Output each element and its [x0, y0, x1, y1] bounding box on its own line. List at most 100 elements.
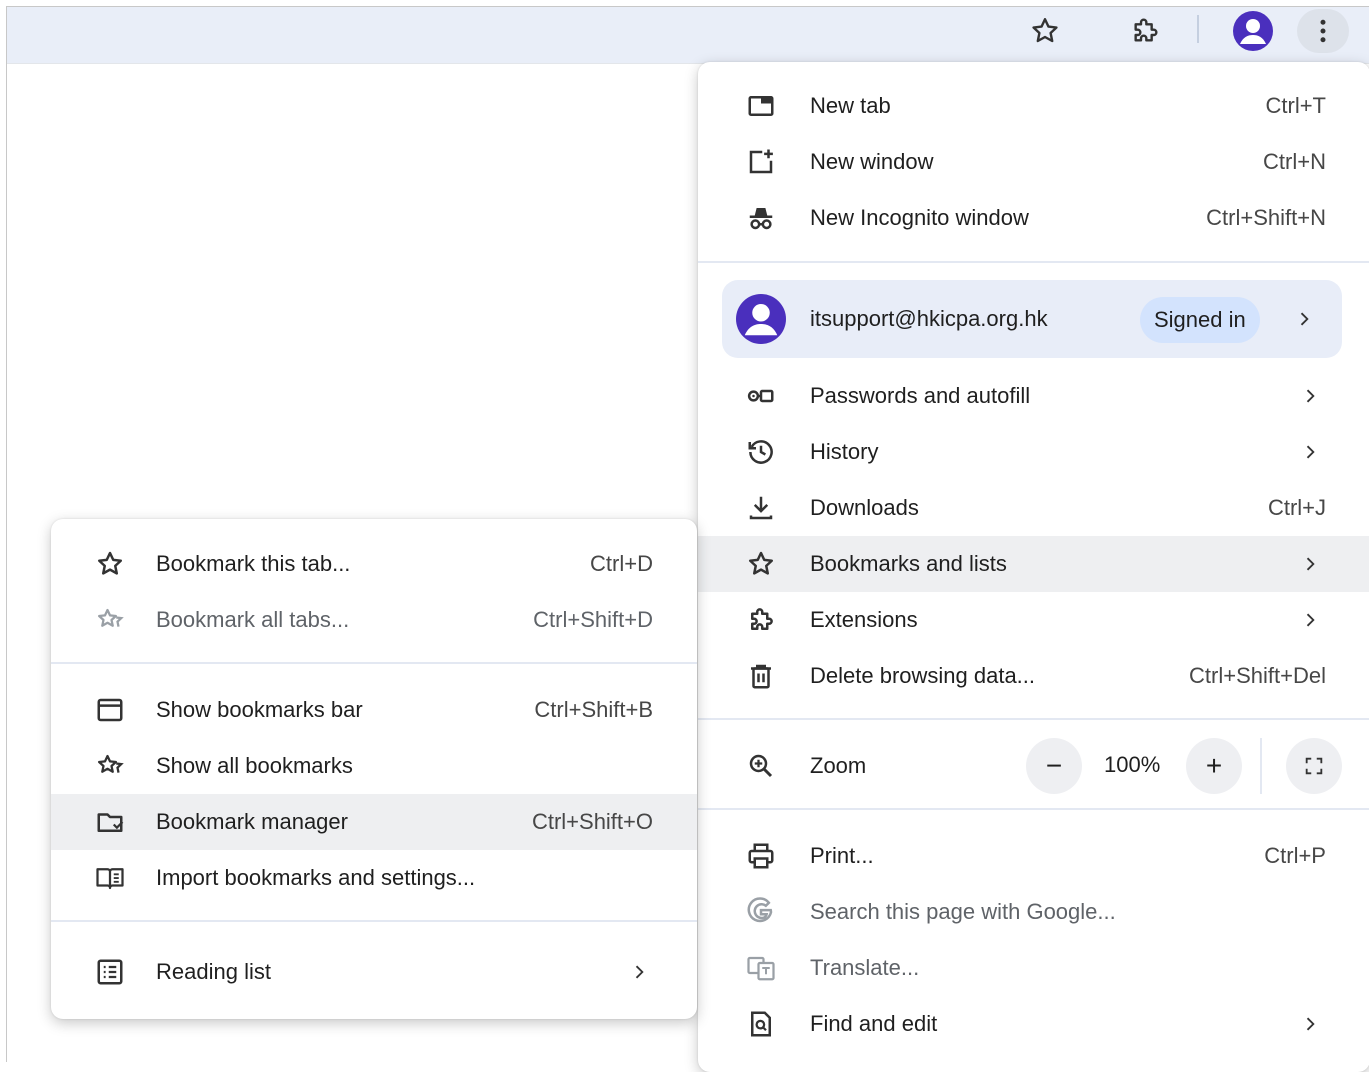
- menu-item-bookmarks[interactable]: Bookmarks and lists: [698, 536, 1369, 592]
- menu-divider: [698, 808, 1369, 810]
- new-tab-shortcut: Ctrl+T: [1265, 93, 1327, 118]
- zoom-out-button[interactable]: −: [1026, 738, 1082, 794]
- chevron-right-icon: [1300, 386, 1320, 406]
- chrome-main-menu: New tab Ctrl+T New window Ctrl+N New Inc…: [698, 62, 1369, 1072]
- show-bar-label: Show bookmarks bar: [156, 697, 363, 722]
- stars-icon: [95, 605, 125, 635]
- star-icon: [95, 549, 125, 579]
- submenu-item-manager[interactable]: Bookmark manager Ctrl+Shift+O: [51, 794, 697, 850]
- submenu-item-bookmark-tab[interactable]: Bookmark this tab... Ctrl+D: [51, 536, 697, 592]
- menu-item-passwords[interactable]: Passwords and autofill: [698, 368, 1369, 424]
- menu-item-search-google[interactable]: Search this page with Google...: [698, 884, 1369, 940]
- reading-list-label: Reading list: [156, 959, 271, 984]
- bookmark-star-button[interactable]: [1019, 9, 1071, 53]
- downloads-shortcut: Ctrl+J: [1267, 495, 1326, 520]
- submenu-item-show-all[interactable]: Show all bookmarks: [51, 738, 697, 794]
- print-label: Print...: [810, 843, 874, 868]
- menu-item-delete-data[interactable]: Delete browsing data... Ctrl+Shift+Del: [698, 648, 1369, 704]
- trash-icon: [746, 661, 776, 691]
- menu-item-new-window[interactable]: New window Ctrl+N: [698, 134, 1369, 190]
- account-row[interactable]: itsupport@hkicpa.org.hk Signed in: [722, 280, 1342, 358]
- google-g-icon: [746, 897, 776, 927]
- extensions-icon: [1129, 15, 1161, 47]
- menu-item-extensions[interactable]: Extensions: [698, 592, 1369, 648]
- bookmark-all-shortcut: Ctrl+Shift+D: [533, 607, 653, 632]
- show-bar-shortcut: Ctrl+Shift+B: [534, 697, 653, 722]
- submenu-divider: [51, 920, 697, 922]
- key-icon: [746, 381, 776, 411]
- profile-button[interactable]: [1227, 9, 1279, 53]
- new-incognito-label: New Incognito window: [810, 205, 1029, 230]
- chevron-right-icon: [1300, 554, 1320, 574]
- bookmark-tab-label: Bookmark this tab...: [156, 551, 351, 576]
- menu-item-print[interactable]: Print... Ctrl+P: [698, 828, 1369, 884]
- star-icon: [1029, 15, 1061, 47]
- profile-avatar-icon: [1233, 11, 1273, 51]
- submenu-item-show-bar[interactable]: Show bookmarks bar Ctrl+Shift+B: [51, 682, 697, 738]
- bookmark-tab-shortcut: Ctrl+D: [590, 551, 653, 576]
- delete-data-shortcut: Ctrl+Shift+Del: [1189, 663, 1326, 688]
- bookmarks-submenu: Bookmark this tab... Ctrl+D Bookmark all…: [51, 519, 697, 1019]
- zoom-label: Zoom: [810, 753, 867, 778]
- new-incognito-shortcut: Ctrl+Shift+N: [1206, 205, 1326, 230]
- bookmark-all-label: Bookmark all tabs...: [156, 607, 350, 632]
- zoom-level: 100%: [1104, 752, 1161, 777]
- star-icon: [746, 549, 776, 579]
- zoom-separator: [1260, 738, 1262, 794]
- history-icon: [746, 437, 776, 467]
- incognito-icon: [746, 203, 776, 233]
- new-window-label: New window: [810, 149, 934, 174]
- more-vert-icon: [1308, 16, 1338, 46]
- fullscreen-icon: [1303, 755, 1325, 777]
- import-label: Import bookmarks and settings...: [156, 865, 476, 890]
- new-tab-icon: [746, 91, 776, 121]
- chevron-right-icon: [1294, 309, 1314, 329]
- manager-shortcut: Ctrl+Shift+O: [531, 809, 653, 834]
- bookmark-folder-icon: [95, 807, 125, 837]
- menu-item-find-edit[interactable]: Find and edit: [698, 996, 1369, 1052]
- print-shortcut: Ctrl+P: [1264, 843, 1326, 868]
- reading-list-icon: [95, 957, 125, 987]
- extensions-button[interactable]: [1119, 9, 1171, 53]
- menu-item-zoom: Zoom − 100% +: [698, 738, 1369, 794]
- new-tab-label: New tab: [810, 93, 891, 118]
- print-icon: [746, 841, 776, 871]
- find-page-icon: [746, 1009, 776, 1039]
- downloads-label: Downloads: [810, 495, 919, 520]
- book-icon: [95, 863, 125, 893]
- history-label: History: [810, 439, 879, 464]
- new-window-shortcut: Ctrl+N: [1263, 149, 1326, 174]
- browser-toolbar: [7, 7, 1369, 64]
- submenu-item-bookmark-all[interactable]: Bookmark all tabs... Ctrl+Shift+D: [51, 592, 697, 648]
- menu-item-new-incognito[interactable]: New Incognito window Ctrl+Shift+N: [698, 190, 1369, 246]
- zoom-in-button[interactable]: +: [1186, 738, 1242, 794]
- chevron-right-icon: [629, 962, 649, 982]
- extensions-label: Extensions: [810, 607, 918, 632]
- submenu-item-reading-list[interactable]: Reading list: [51, 944, 697, 1000]
- more-menu-button[interactable]: [1297, 9, 1349, 53]
- translate-icon: [746, 953, 776, 983]
- translate-label: Translate...: [810, 955, 920, 980]
- delete-data-label: Delete browsing data...: [810, 663, 1036, 688]
- passwords-label: Passwords and autofill: [810, 383, 1031, 408]
- menu-item-translate[interactable]: Translate...: [698, 940, 1369, 996]
- signed-in-badge: Signed in: [1140, 297, 1260, 343]
- download-icon: [746, 493, 776, 523]
- menu-item-downloads[interactable]: Downloads Ctrl+J: [698, 480, 1369, 536]
- menu-item-new-tab[interactable]: New tab Ctrl+T: [698, 78, 1369, 134]
- submenu-divider: [51, 662, 697, 664]
- manager-label: Bookmark manager: [156, 809, 348, 834]
- chevron-right-icon: [1300, 442, 1320, 462]
- fullscreen-button[interactable]: [1286, 738, 1342, 794]
- bookmarks-bar-icon: [95, 695, 125, 725]
- bookmarks-label: Bookmarks and lists: [810, 551, 1007, 576]
- account-avatar-icon: [736, 294, 786, 344]
- submenu-item-import[interactable]: Import bookmarks and settings...: [51, 850, 697, 906]
- account-email: itsupport@hkicpa.org.hk: [810, 306, 1048, 331]
- extensions-icon: [746, 605, 776, 635]
- show-all-label: Show all bookmarks: [156, 753, 353, 778]
- menu-divider: [698, 718, 1369, 720]
- toolbar-separator: [1197, 15, 1199, 43]
- menu-item-history[interactable]: History: [698, 424, 1369, 480]
- new-window-icon: [746, 147, 776, 177]
